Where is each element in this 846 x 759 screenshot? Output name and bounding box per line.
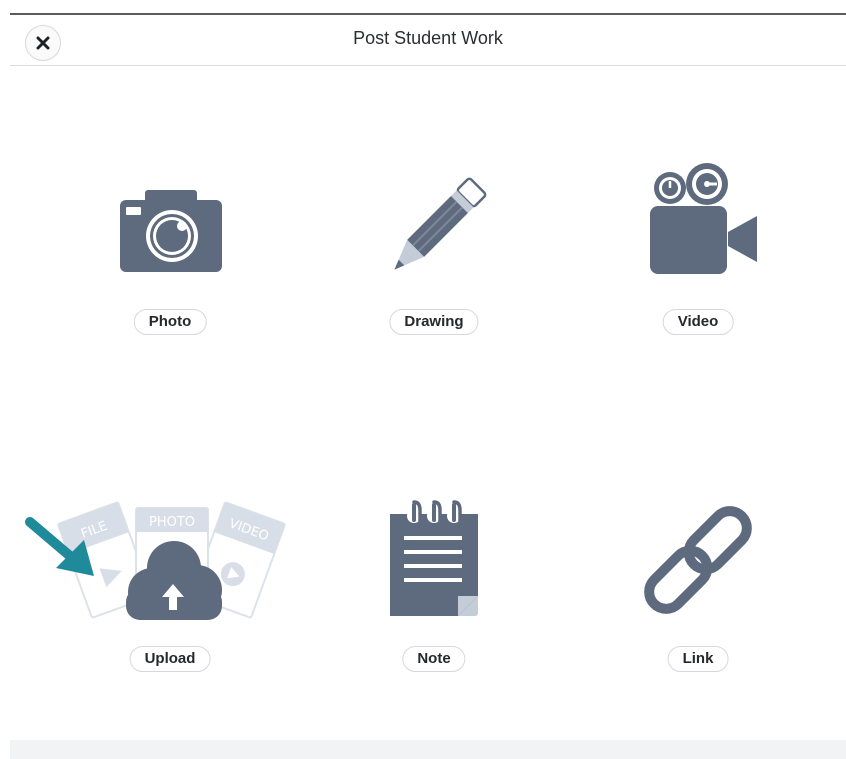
video-label: Video	[662, 309, 734, 335]
link-option[interactable]: Link	[580, 500, 820, 700]
link-icon	[644, 506, 752, 614]
pencil-icon	[394, 177, 487, 270]
drawing-label: Drawing	[389, 309, 479, 335]
video-camera-icon	[650, 163, 757, 274]
link-label: Link	[667, 646, 729, 672]
photo-option[interactable]: Photo	[52, 180, 292, 380]
dialog-footer	[10, 740, 846, 759]
dialog-title: Post Student Work	[353, 28, 503, 48]
photo-label: Photo	[133, 309, 207, 335]
notepad-icon	[390, 500, 478, 616]
upload-option[interactable]: FILE VIDEO PHOTO Upload	[25, 500, 292, 700]
note-label: Note	[402, 646, 466, 672]
upload-label: Upload	[129, 646, 211, 672]
teal-pointer-arrow-icon	[25, 517, 94, 576]
photo-card-label: PHOTO	[149, 515, 195, 530]
dialog-header: Post Student Work	[10, 15, 846, 66]
video-option[interactable]: Video	[580, 160, 820, 360]
note-option[interactable]: Note	[316, 500, 556, 700]
drawing-option[interactable]: Drawing	[316, 160, 556, 360]
camera-icon	[120, 190, 222, 272]
